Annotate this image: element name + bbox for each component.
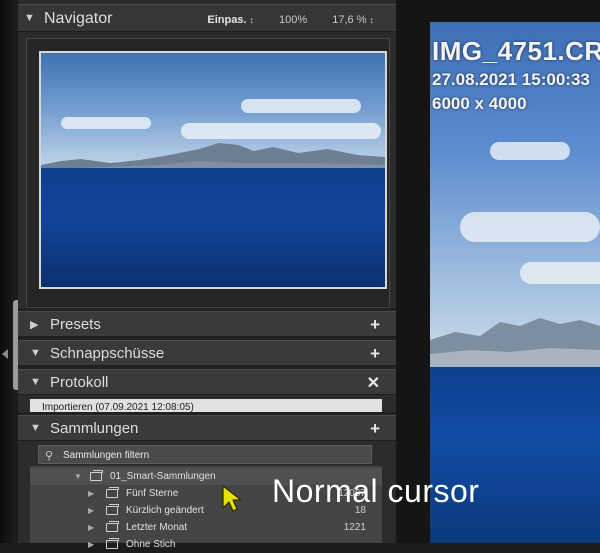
left-panel-edge xyxy=(0,0,14,543)
collection-row[interactable]: ▶ Ohne Stich xyxy=(30,536,382,553)
navigator-title: Navigator xyxy=(44,10,113,27)
collapse-left-panel-icon[interactable] xyxy=(2,349,8,359)
photo-filename: IMG_4751.CR xyxy=(432,36,600,66)
smart-collection-icon xyxy=(106,504,119,515)
presets-header[interactable]: ▶ Presets + xyxy=(18,311,396,337)
photo-cloud xyxy=(520,262,600,284)
zoom-options: Einpas. ↕ 100% 17,6 % ↕ xyxy=(207,14,374,26)
collection-label: Kürzlich geändert xyxy=(126,505,204,516)
triangle-right-icon[interactable]: ▶ xyxy=(88,485,94,502)
collections-filter-input[interactable]: ⚲ Sammlungen filtern xyxy=(38,445,372,464)
triangle-down-icon[interactable]: ▼ xyxy=(30,347,41,359)
history-header[interactable]: ▼ Protokoll ✕ xyxy=(18,369,396,395)
zoom-fit-option[interactable]: Einpas. xyxy=(207,14,246,26)
collections-title: Sammlungen xyxy=(50,420,139,437)
add-snapshot-icon[interactable]: + xyxy=(370,344,380,364)
zoom-custom-caret-icon[interactable]: ↕ xyxy=(370,15,375,25)
history-title: Protokoll xyxy=(50,374,109,391)
arrow-cursor-icon xyxy=(222,485,242,512)
collections-header[interactable]: ▼ Sammlungen + xyxy=(18,415,396,441)
navigator-header[interactable]: ▼ Navigator Einpas. ↕ 100% 17,6 % ↕ xyxy=(18,4,396,32)
triangle-right-icon[interactable]: ▶ xyxy=(88,536,94,553)
smart-collection-icon xyxy=(106,521,119,532)
thumbnail-cloud xyxy=(241,99,361,113)
photo-mountains xyxy=(430,318,600,370)
triangle-down-icon[interactable]: ▼ xyxy=(24,12,35,24)
collection-row[interactable]: ▶ Letzter Monat 1221 xyxy=(30,519,382,536)
collection-label: Ohne Stich xyxy=(126,539,176,550)
zoom-fit-caret-icon[interactable]: ↕ xyxy=(249,15,254,25)
photo-sea xyxy=(430,367,600,543)
triangle-right-icon[interactable]: ▶ xyxy=(88,519,94,536)
cursor-caption: Normal cursor xyxy=(272,473,480,509)
collection-set-icon xyxy=(90,470,103,481)
collections-filter-placeholder: Sammlungen filtern xyxy=(63,450,150,461)
smart-collection-icon xyxy=(106,487,119,498)
collection-set-label: 01_Smart-Sammlungen xyxy=(110,471,216,482)
collection-label: Fünf Sterne xyxy=(126,488,179,499)
snapshots-title: Schnappschüsse xyxy=(50,345,165,362)
clear-history-icon[interactable]: ✕ xyxy=(367,373,380,393)
navigator-thumbnail[interactable] xyxy=(39,51,387,289)
collection-label: Letzter Monat xyxy=(126,522,188,533)
add-collection-icon[interactable]: + xyxy=(370,419,380,439)
triangle-down-icon[interactable]: ▼ xyxy=(74,468,82,485)
left-panel: ▼ Navigator Einpas. ↕ 100% 17,6 % ↕ ▶ Pres… xyxy=(18,0,398,550)
thumbnail-cloud xyxy=(61,117,151,129)
collection-count: 1221 xyxy=(343,522,366,533)
photo-datetime: 27.08.2021 15:00:33 xyxy=(432,70,590,89)
triangle-down-icon[interactable]: ▼ xyxy=(30,422,41,434)
presets-title: Presets xyxy=(50,316,101,333)
search-icon: ⚲ xyxy=(45,450,54,462)
photo-dimensions: 6000 x 4000 xyxy=(432,94,527,113)
zoom-custom-option[interactable]: 17,6 % xyxy=(332,14,366,26)
add-preset-icon[interactable]: + xyxy=(370,315,380,335)
triangle-down-icon[interactable]: ▼ xyxy=(30,376,41,388)
photo-cloud xyxy=(490,142,570,160)
zoom-100-option[interactable]: 100% xyxy=(279,14,307,26)
navigator-preview-area[interactable] xyxy=(26,38,390,308)
photo-info-overlay: IMG_4751.CR 27.08.2021 15:00:33 6000 x 4… xyxy=(432,36,600,114)
triangle-right-icon[interactable]: ▶ xyxy=(30,318,38,331)
thumbnail-sea xyxy=(41,168,385,287)
photo-cloud xyxy=(460,212,600,242)
triangle-right-icon[interactable]: ▶ xyxy=(88,502,94,519)
smart-collection-icon xyxy=(106,538,119,549)
snapshots-header[interactable]: ▼ Schnappschüsse + xyxy=(18,340,396,366)
